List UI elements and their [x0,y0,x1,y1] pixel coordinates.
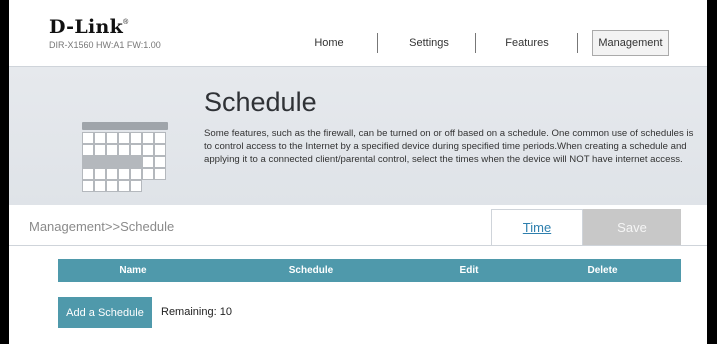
column-name: Name [119,265,147,276]
save-button[interactable]: Save [583,209,681,245]
column-schedule: Schedule [288,265,334,276]
top-header: D-Link® DIR-X1560 HW:A1 FW:1.00 Home Set… [9,0,707,66]
nav-home[interactable]: Home [293,30,365,56]
nav-separator [475,33,476,53]
main-nav: Home Settings Features Management [9,30,707,56]
router-admin-page: D-Link® DIR-X1560 HW:A1 FW:1.00 Home Set… [9,0,707,344]
nav-settings[interactable]: Settings [393,30,465,56]
nav-separator [577,33,578,53]
nav-management[interactable]: Management [592,30,669,56]
page-description: Some features, such as the firewall, can… [204,128,694,165]
nav-features[interactable]: Features [491,30,563,56]
page-title: Schedule [204,87,317,117]
nav-separator [377,33,378,53]
schedule-table-header: Name Schedule Edit Delete [58,259,681,282]
remaining-count: Remaining: 10 [161,306,232,318]
toolbar: Management>>Schedule Time Save [9,205,707,245]
logo-mark: ® [123,19,129,26]
column-edit: Edit [459,265,479,276]
add-schedule-button[interactable]: Add a Schedule [58,297,152,328]
breadcrumb: Management>>Schedule [29,219,175,234]
column-delete: Delete [587,265,618,276]
time-button[interactable]: Time [491,209,583,245]
page-banner: Schedule Some features, such as the fire… [9,66,707,205]
divider [9,245,707,246]
